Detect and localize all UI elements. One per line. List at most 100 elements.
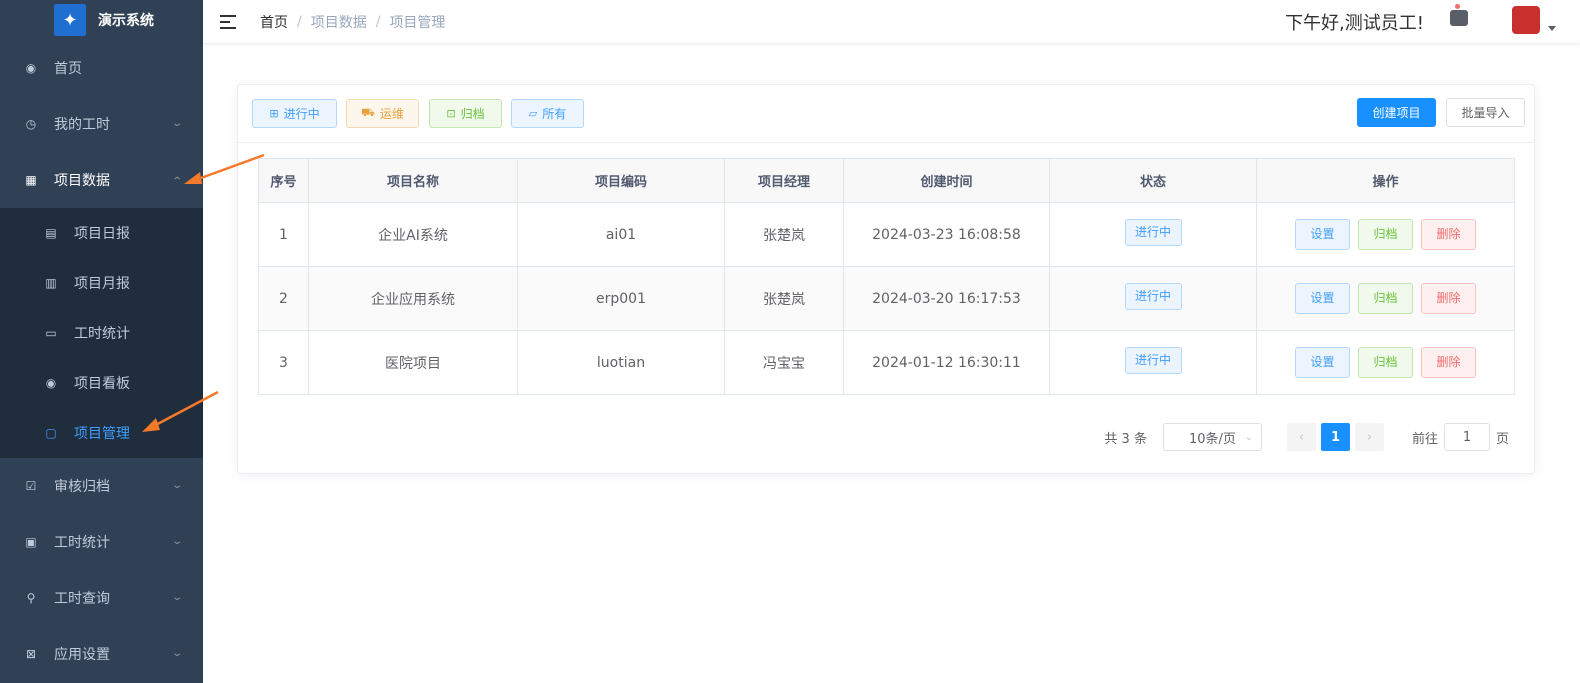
prev-page-button[interactable]: ‹ bbox=[1286, 423, 1316, 451]
avatar[interactable] bbox=[1512, 6, 1540, 34]
table-header-row: 序号 项目名称 项目编码 项目经理 创建时间 状态 操作 bbox=[258, 158, 1515, 203]
cell-name: 企业AI系统 bbox=[308, 202, 518, 267]
project-card: ⊞ 进行中 ⛟ 运维 ⊡ 归档 ▱ 所有 创建项目 批量导入 序号 项目名称 项… bbox=[237, 84, 1535, 474]
page-size-value: 10条/页 bbox=[1189, 431, 1236, 447]
sidebar-item-app-settings[interactable]: ⊠ 应用设置 ⌄ bbox=[0, 626, 203, 682]
cell-status: 进行中 bbox=[1049, 202, 1257, 267]
sidebar-item-label: 项目管理 bbox=[74, 426, 130, 442]
sidebar-item-label: 审核归档 bbox=[54, 479, 110, 495]
sidebar-subitem-monthly-report[interactable]: ▥ 项目月报 bbox=[0, 258, 203, 308]
notification-dot bbox=[1455, 4, 1460, 9]
top-navbar: 首页 / 项目数据 / 项目管理 下午好,测试员工! bbox=[203, 0, 1580, 44]
column-header-manager: 项目经理 bbox=[724, 158, 844, 203]
cell-created: 2024-01-12 16:30:11 bbox=[843, 330, 1050, 395]
project-table: 序号 项目名称 项目编码 项目经理 创建时间 状态 操作 1 企业AI系统 ai… bbox=[258, 158, 1515, 395]
status-badge: 进行中 bbox=[1124, 346, 1182, 374]
chevron-down-icon: ⌄ bbox=[170, 118, 183, 129]
page-number-current[interactable]: 1 bbox=[1320, 423, 1350, 451]
filter-maintenance-button[interactable]: ⛟ 运维 bbox=[346, 99, 419, 128]
document-icon: ▤ bbox=[45, 226, 57, 240]
sidebar-item-label: 工时查询 bbox=[54, 591, 110, 607]
sidebar-item-label: 应用设置 bbox=[54, 647, 110, 663]
filter-all-button[interactable]: ▱ 所有 bbox=[511, 99, 584, 128]
goto-suffix: 页 bbox=[1495, 431, 1509, 447]
breadcrumb-item-home[interactable]: 首页 bbox=[260, 12, 288, 32]
status-badge: 进行中 bbox=[1124, 218, 1182, 246]
chart-icon: ▣ bbox=[25, 535, 37, 549]
next-page-button[interactable]: › bbox=[1354, 423, 1384, 451]
column-header-code: 项目编码 bbox=[517, 158, 725, 203]
delete-button[interactable]: 删除 bbox=[1421, 347, 1476, 378]
sidebar-logo[interactable]: ✦ 演示系统 bbox=[0, 0, 203, 40]
sidebar-item-hour-query[interactable]: ⚲ 工时查询 ⌄ bbox=[0, 570, 203, 626]
sidebar-item-my-hours[interactable]: ◷ 我的工时 ⌄ bbox=[0, 96, 203, 152]
clock-icon: ◷ bbox=[25, 117, 37, 131]
table-row: 2 企业应用系统 erp001 张楚岚 2024-03-20 16:17:53 … bbox=[258, 266, 1515, 331]
cell-code: erp001 bbox=[517, 266, 725, 331]
sidebar-item-review-archive[interactable]: ☑ 审核归档 ⌄ bbox=[0, 458, 203, 514]
sidebar-item-project-data[interactable]: ▦ 项目数据 ⌃ bbox=[0, 152, 203, 208]
message-icon[interactable] bbox=[1450, 10, 1468, 26]
table-row: 3 医院项目 luotian 冯宝宝 2024-01-12 16:30:11 进… bbox=[258, 330, 1515, 395]
column-header-actions: 操作 bbox=[1256, 158, 1515, 203]
caret-down-icon[interactable] bbox=[1548, 26, 1556, 31]
column-header-index: 序号 bbox=[258, 158, 309, 203]
create-project-button[interactable]: 创建项目 bbox=[1357, 98, 1436, 127]
sidebar: ✦ 演示系统 ◉ 首页 ◷ 我的工时 ⌄ ▦ 项目数据 ⌃ ▤ 项目日报 ▥ 项… bbox=[0, 0, 203, 683]
sidebar-item-label: 工时统计 bbox=[74, 326, 130, 342]
cell-actions: 设置 归档 删除 bbox=[1256, 202, 1515, 267]
sidebar-subitem-hour-stats[interactable]: ▭ 工时统计 bbox=[0, 308, 203, 358]
filter-in-progress-button[interactable]: ⊞ 进行中 bbox=[252, 99, 337, 128]
settings-button[interactable]: 设置 bbox=[1295, 347, 1350, 378]
filter-label: 归档 bbox=[460, 107, 485, 121]
cell-index: 1 bbox=[258, 202, 309, 267]
pagination-total: 共 3 条 bbox=[1104, 431, 1147, 447]
archive-button[interactable]: 归档 bbox=[1358, 347, 1413, 378]
search-icon: ⚲ bbox=[26, 591, 36, 605]
bulk-import-button[interactable]: 批量导入 bbox=[1446, 98, 1525, 127]
breadcrumb-separator: / bbox=[375, 13, 381, 30]
sidebar-subitem-daily-report[interactable]: ▤ 项目日报 bbox=[0, 208, 203, 258]
column-header-name: 项目名称 bbox=[308, 158, 518, 203]
archive-button[interactable]: 归档 bbox=[1358, 283, 1413, 314]
archive-button[interactable]: 归档 bbox=[1358, 219, 1413, 250]
cell-actions: 设置 归档 删除 bbox=[1256, 330, 1515, 395]
hamburger-icon[interactable] bbox=[220, 14, 236, 29]
cell-status: 进行中 bbox=[1049, 266, 1257, 331]
goto-page-input[interactable]: 1 bbox=[1443, 423, 1490, 451]
page-size-select[interactable]: 10条/页 ⌄ bbox=[1162, 423, 1262, 451]
cell-created: 2024-03-20 16:17:53 bbox=[843, 266, 1050, 331]
app-name: 演示系统 bbox=[98, 13, 154, 29]
filter-archived-button[interactable]: ⊡ 归档 bbox=[429, 99, 502, 128]
sidebar-item-label: 工时统计 bbox=[54, 535, 110, 551]
cell-manager: 冯宝宝 bbox=[724, 330, 844, 395]
table-row: 1 企业AI系统 ai01 张楚岚 2024-03-23 16:08:58 进行… bbox=[258, 202, 1515, 267]
chevron-down-icon: ⌄ bbox=[170, 480, 183, 491]
sidebar-item-label: 项目月报 bbox=[74, 276, 130, 292]
chevron-down-icon: ⌄ bbox=[170, 648, 183, 659]
settings-icon: ⊠ bbox=[25, 647, 37, 661]
folder-check-icon: ⊡ bbox=[446, 107, 456, 120]
sidebar-item-hour-stats[interactable]: ▣ 工时统计 ⌄ bbox=[0, 514, 203, 570]
table-icon: ▭ bbox=[45, 326, 57, 340]
chevron-up-icon: ⌃ bbox=[170, 176, 183, 187]
sidebar-item-label: 我的工时 bbox=[54, 117, 110, 133]
goto-label: 前往 bbox=[1411, 431, 1438, 447]
settings-button[interactable]: 设置 bbox=[1295, 219, 1350, 250]
status-badge: 进行中 bbox=[1124, 282, 1182, 310]
sidebar-subitem-project-management[interactable]: ▢ 项目管理 bbox=[0, 408, 203, 458]
chevron-right-icon: › bbox=[1366, 429, 1373, 445]
cell-name: 医院项目 bbox=[308, 330, 518, 395]
delete-button[interactable]: 删除 bbox=[1421, 283, 1476, 314]
folder-icon: ▢ bbox=[45, 426, 57, 440]
chevron-down-icon: ⌄ bbox=[170, 592, 183, 603]
settings-button[interactable]: 设置 bbox=[1295, 283, 1350, 314]
folder-add-icon: ⊞ bbox=[269, 107, 279, 120]
filter-label: 所有 bbox=[542, 107, 567, 121]
cell-code: ai01 bbox=[517, 202, 725, 267]
toolbar: ⊞ 进行中 ⛟ 运维 ⊡ 归档 ▱ 所有 创建项目 批量导入 bbox=[238, 85, 1534, 143]
check-square-icon: ☑ bbox=[25, 479, 37, 493]
delete-button[interactable]: 删除 bbox=[1421, 219, 1476, 250]
sidebar-subitem-kanban[interactable]: ◉ 项目看板 bbox=[0, 358, 203, 408]
sidebar-item-home[interactable]: ◉ 首页 bbox=[0, 40, 203, 96]
